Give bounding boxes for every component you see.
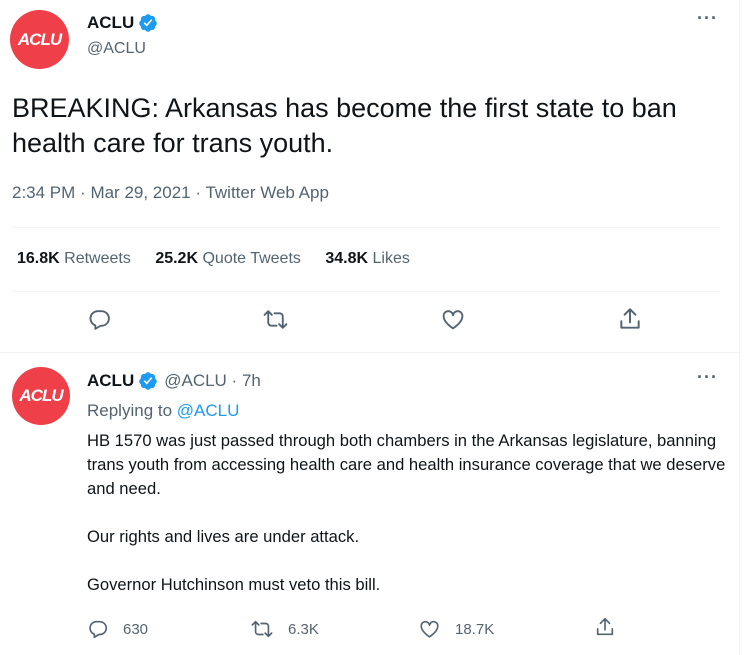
display-name[interactable]: ACLU <box>87 371 134 391</box>
quotes-stat[interactable]: 25.2K Quote Tweets <box>155 250 305 267</box>
divider <box>12 227 718 228</box>
retweet-button[interactable]: 6.3K <box>250 618 319 640</box>
author-name-row: ACLU <box>87 13 158 33</box>
quotes-count: 25.2K <box>155 250 199 267</box>
retweet-button[interactable] <box>262 307 289 332</box>
tweet-meta: 2:34 PM · Mar 29, 2021 · Twitter Web App <box>12 183 329 203</box>
avatar-logo-text: ACLU <box>19 386 63 405</box>
reply-body: HB 1570 was just passed through both cha… <box>87 429 727 597</box>
author-handle[interactable]: @ACLU <box>87 40 146 58</box>
replying-to-line: Replying to @ACLU <box>87 401 239 421</box>
retweets-label: Retweets <box>64 250 131 267</box>
reply-icon <box>89 310 110 330</box>
display-name[interactable]: ACLU <box>87 13 134 33</box>
like-button[interactable]: 18.7K <box>418 618 494 640</box>
author-handle[interactable]: @ACLU <box>164 371 227 391</box>
reply-button[interactable] <box>87 307 112 332</box>
retweet-icon <box>251 620 273 638</box>
retweets-count: 16.8K <box>17 250 60 267</box>
avatar[interactable]: ACLU <box>10 10 69 69</box>
tweet-text: BREAKING: Arkansas has become the first … <box>12 93 677 158</box>
avatar[interactable]: ACLU <box>12 367 70 425</box>
tweet-thread: ACLU ACLU @ACLU ··· BREAKING: Arkansas h… <box>0 0 740 655</box>
share-icon <box>596 617 614 636</box>
meta-separator: · <box>226 371 242 390</box>
reply-paragraph: HB 1570 was just passed through both cha… <box>87 431 726 498</box>
retweet-count: 6.3K <box>288 620 319 638</box>
like-icon <box>442 310 464 330</box>
verified-badge-icon <box>139 14 157 32</box>
avatar-logo-text: ACLU <box>17 29 62 49</box>
divider <box>0 352 740 353</box>
reply-paragraph: Our rights and lives are under attack. <box>87 527 360 546</box>
retweet-icon <box>263 310 288 329</box>
tweet-stats: 16.8K Retweets 25.2K Quote Tweets 34.8K … <box>17 250 410 268</box>
reply-button[interactable]: 630 <box>87 618 148 640</box>
like-icon <box>420 620 439 638</box>
reply-paragraph: Governor Hutchinson must veto this bill. <box>87 575 381 594</box>
replying-to-prefix: Replying to <box>87 401 173 420</box>
reply-header: ACLU @ACLU · 7h <box>87 371 261 391</box>
like-button[interactable] <box>440 307 466 332</box>
replying-to-link[interactable]: @ACLU <box>177 401 240 420</box>
retweets-stat[interactable]: 16.8K Retweets <box>17 250 135 267</box>
reply-count: 630 <box>123 620 149 638</box>
divider <box>12 291 718 292</box>
meta-separator: · <box>195 183 206 202</box>
more-icon[interactable]: ··· <box>697 9 718 27</box>
tweet-source[interactable]: Twitter Web App <box>205 183 328 202</box>
quotes-label: Quote Tweets <box>202 250 301 267</box>
tweet-date[interactable]: Mar 29, 2021 <box>90 183 190 202</box>
share-button[interactable] <box>594 616 616 638</box>
more-icon[interactable]: ··· <box>697 368 718 386</box>
share-icon <box>620 308 640 329</box>
likes-count: 34.8K <box>325 250 369 267</box>
meta-separator: · <box>80 183 91 202</box>
tweet-time[interactable]: 2:34 PM <box>12 183 75 202</box>
share-button[interactable] <box>617 306 643 332</box>
likes-label: Likes <box>372 250 410 267</box>
reply-icon <box>89 620 108 639</box>
like-count: 18.7K <box>455 620 495 638</box>
likes-stat[interactable]: 34.8K Likes <box>325 250 410 267</box>
tweet-age[interactable]: 7h <box>242 371 261 391</box>
verified-badge-icon <box>139 372 157 390</box>
